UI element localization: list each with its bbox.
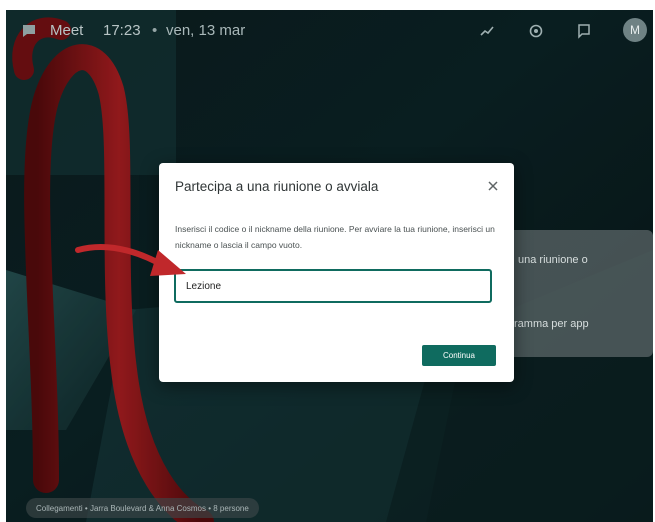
close-icon[interactable] (484, 177, 502, 195)
side-panel-text: una riunione o (518, 254, 588, 266)
dialog-title: Partecipa a una riunione o avviala (175, 179, 379, 194)
app-name: Meet (50, 22, 84, 39)
chat-icon[interactable] (20, 22, 38, 40)
clock-time: 17:23 (103, 22, 141, 39)
avatar[interactable]: M (623, 18, 647, 42)
separator-dot: • (152, 22, 158, 39)
bottom-caption: Collegamenti • Jarra Boulevard & Anna Co… (26, 498, 259, 518)
annotation-arrow-icon (75, 244, 186, 276)
feedback-icon[interactable] (574, 21, 594, 41)
image-crop-edge (0, 0, 173, 10)
side-panel-link[interactable]: ramma per app (514, 318, 589, 330)
screenshot-canvas: Meet 17:23 • ven, 13 mar M una riunione … (0, 0, 655, 522)
dialog-description: Inserisci il codice o il nickname della … (175, 224, 495, 250)
current-date: ven, 13 mar (166, 22, 246, 39)
meeting-code-input[interactable] (174, 269, 492, 303)
join-meeting-dialog: Partecipa a una riunione o avviala Inser… (159, 163, 514, 382)
continue-button[interactable]: Continua (422, 345, 496, 366)
activity-icon[interactable] (477, 21, 497, 41)
settings-icon[interactable] (526, 21, 546, 41)
top-bar: Meet 17:23 • ven, 13 mar M (6, 10, 653, 52)
